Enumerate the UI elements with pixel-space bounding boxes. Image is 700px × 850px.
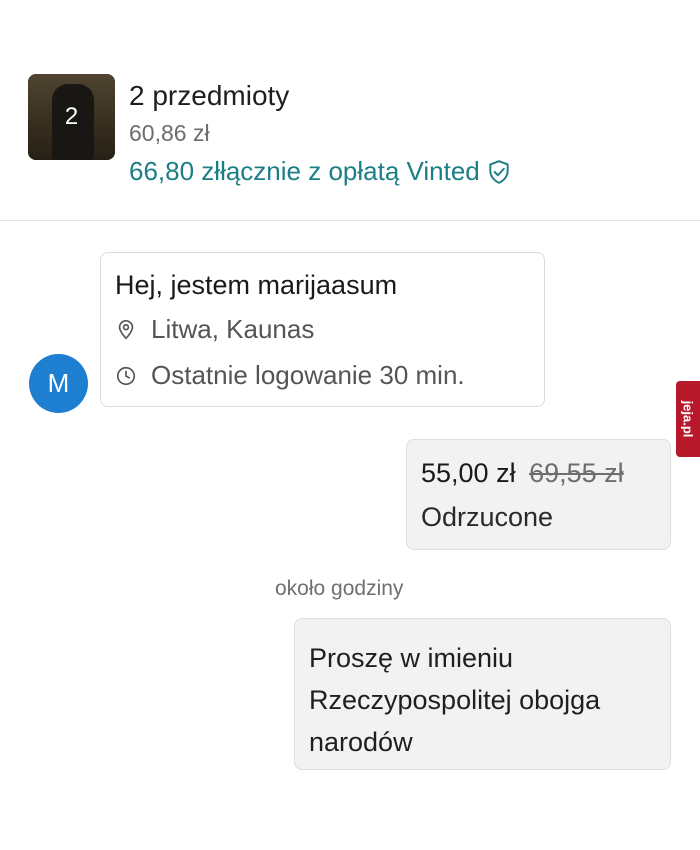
- location-text: Litwa, Kaunas: [151, 314, 315, 344]
- offer-new-price: 55,00 zł: [421, 458, 516, 488]
- message-timestamp: około godziny: [275, 577, 404, 600]
- last-login-row: Ostatnie logowanie 30 min.: [115, 360, 465, 391]
- offer-status: Odrzucone: [421, 502, 554, 532]
- message-text: Proszę w imieniu Rzeczypospolitej obojga…: [309, 643, 601, 757]
- total-with-fee[interactable]: 66,80 złłącznie z opłatą Vinted: [129, 156, 512, 187]
- watermark-text: jeja.pl: [680, 400, 696, 438]
- profile-greeting: Hej, jestem marijaasum: [115, 270, 398, 300]
- total-with-fee-label: 66,80 złłącznie z opłatą Vinted: [129, 156, 480, 186]
- last-login-text: Ostatnie logowanie 30 min.: [151, 360, 465, 390]
- item-thumbnail[interactable]: 2: [28, 74, 115, 160]
- item-title: 2 przedmioty: [129, 80, 290, 111]
- location-pin-icon: [118, 319, 134, 339]
- item-price: 60,86 zł: [129, 120, 210, 146]
- location-row: Litwa, Kaunas: [115, 314, 314, 345]
- watermark-logo: jeja.pl: [676, 381, 700, 457]
- clock-icon: [116, 366, 136, 385]
- offer-bubble[interactable]: [406, 439, 671, 550]
- avatar[interactable]: M: [29, 354, 88, 413]
- divider: [0, 220, 700, 221]
- item-count-badge: 2: [28, 74, 115, 160]
- offer-price-row: 55,00 zł 69,55 zł: [421, 458, 624, 489]
- offer-old-price: 69,55 zł: [529, 458, 624, 488]
- shield-check-icon: [489, 159, 509, 184]
